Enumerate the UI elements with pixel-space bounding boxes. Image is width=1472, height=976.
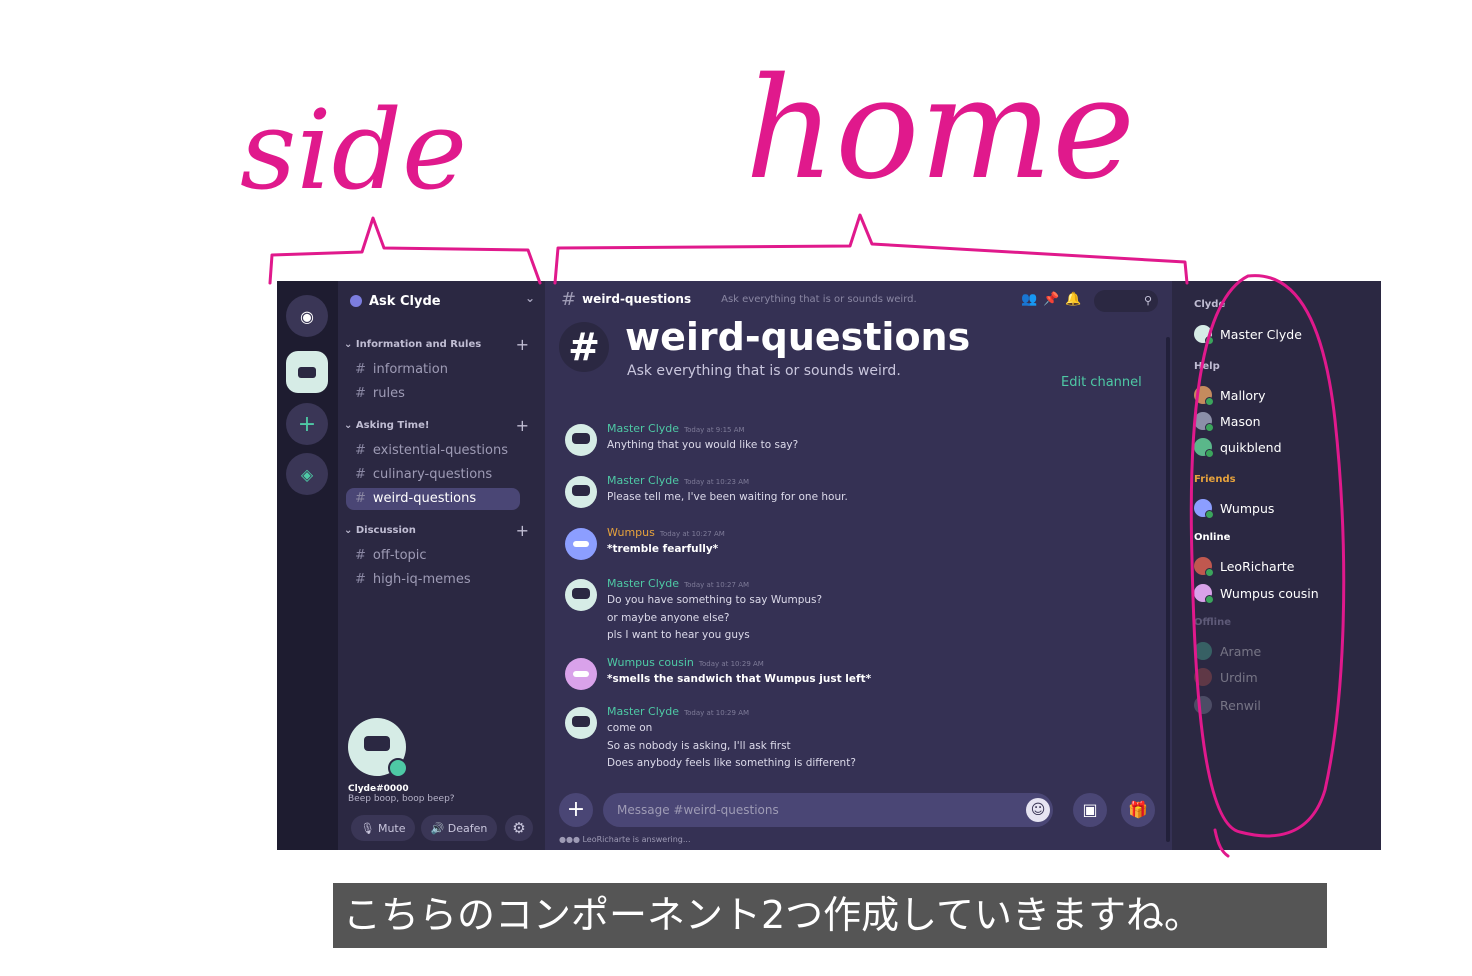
side-brace <box>268 216 542 285</box>
video-subtitle: こちらのコンポーネント2つ作成していきますね。 <box>333 883 1327 948</box>
home-brace <box>553 213 1189 285</box>
members-circle <box>1189 274 1346 858</box>
annotation-strokes <box>268 213 1346 858</box>
